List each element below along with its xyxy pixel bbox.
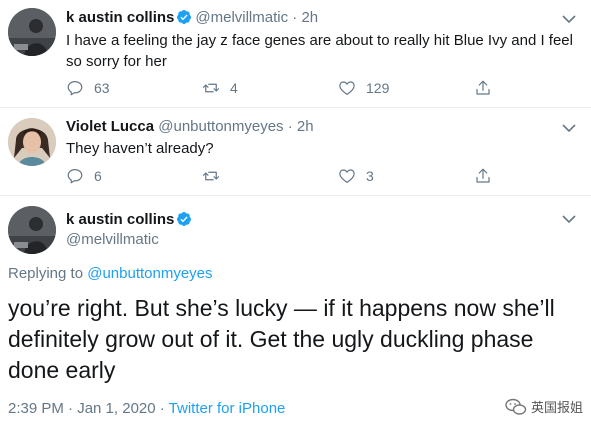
tweet-1[interactable]: k austin collins @melvillmatic · 2h I hav…: [0, 0, 591, 108]
tweet-text-line: you’re right. But she’s lucky — if it ha…: [8, 295, 555, 321]
reply-count: 63: [94, 80, 110, 96]
chevron-down-icon[interactable]: [562, 14, 576, 24]
separator-dot: ·: [283, 118, 297, 135]
retweet-button[interactable]: [202, 166, 230, 186]
tweet-actions: 63 4 129: [66, 78, 586, 98]
separator-dot: ·: [288, 9, 302, 26]
avatar-kac[interactable]: [8, 8, 56, 56]
chevron-down-icon[interactable]: [562, 214, 576, 224]
share-button[interactable]: [474, 166, 492, 186]
avatar-image: [8, 206, 56, 254]
tweet-text: you’re right. But she’s lucky — if it ha…: [8, 293, 568, 386]
divider: [0, 195, 591, 196]
avatar-image: [8, 8, 56, 56]
reply-button[interactable]: 6: [66, 166, 102, 186]
tweet-text-line: I have a feeling the jay z face genes ar…: [66, 32, 573, 49]
retweet-icon: [202, 83, 220, 93]
display-name-row: k austin collins: [66, 211, 195, 229]
verified-badge-icon: [176, 9, 192, 25]
share-button[interactable]: [474, 78, 492, 98]
tweet-header: k austin collins @melvillmatic · 2h: [66, 9, 318, 27]
like-button[interactable]: 3: [338, 166, 374, 186]
like-count: 129: [366, 80, 390, 96]
handle[interactable]: @unbuttonmyeyes: [158, 118, 283, 135]
replying-prefix: Replying to: [8, 265, 84, 282]
chevron-down-icon[interactable]: [562, 123, 576, 133]
reply-icon: [67, 169, 83, 184]
like-count: 3: [366, 168, 374, 184]
timestamp[interactable]: 2h: [297, 118, 314, 135]
tweet-text-line: so sorry for her: [66, 53, 167, 70]
tweet-2[interactable]: Violet Lucca @unbuttonmyeyes · 2h They h…: [0, 108, 591, 196]
replying-to-link[interactable]: @unbuttonmyeyes: [87, 265, 212, 282]
heart-icon: [339, 81, 355, 95]
retweet-button[interactable]: 4: [202, 78, 238, 98]
reply-icon: [67, 81, 83, 96]
tweet-text: I have a feeling the jay z face genes ar…: [66, 30, 573, 72]
handle[interactable]: @melvillmatic: [66, 231, 159, 249]
share-icon: [476, 168, 490, 183]
display-name[interactable]: k austin collins: [66, 211, 174, 228]
retweet-count: 4: [230, 80, 238, 96]
like-button[interactable]: 129: [338, 78, 389, 98]
share-icon: [476, 80, 490, 95]
avatar-image: [8, 118, 56, 166]
tweet-header: Violet Lucca @unbuttonmyeyes · 2h: [66, 118, 314, 136]
avatar-violet[interactable]: [8, 118, 56, 166]
reply-button[interactable]: 63: [66, 78, 110, 98]
tweet-text-line: definitely grow out of it. Get the ugly …: [8, 326, 534, 352]
handle[interactable]: @melvillmatic: [195, 9, 288, 26]
source-link[interactable]: Twitter for iPhone: [169, 400, 286, 417]
avatar-kac[interactable]: [8, 206, 56, 254]
display-name[interactable]: Violet Lucca: [66, 118, 154, 135]
tweet-actions: 6 3: [66, 166, 586, 186]
watermark-text: 英国报姐: [530, 400, 583, 415]
verified-badge-icon: [176, 211, 192, 227]
tweet-text: They haven’t already?: [66, 138, 214, 159]
replying-to: Replying to @unbuttonmyeyes: [8, 265, 213, 283]
reply-count: 6: [94, 168, 102, 184]
heart-icon: [339, 169, 355, 183]
tweet-text-line: done early: [8, 357, 116, 383]
wechat-logo-icon: [505, 398, 527, 415]
retweet-icon: [202, 171, 220, 181]
display-name[interactable]: k austin collins: [66, 9, 174, 26]
timestamp[interactable]: 2h: [301, 9, 318, 26]
tweet-meta: 2:39 PM · Jan 1, 2020 · Twitter for iPho…: [8, 400, 285, 418]
watermark: 英国报姐: [505, 397, 583, 416]
tweet-text-line: They haven’t already?: [66, 140, 214, 157]
tweet-thread: k austin collins @melvillmatic · 2h I hav…: [0, 0, 591, 426]
timestamp[interactable]: 2:39 PM · Jan 1, 2020 ·: [8, 400, 169, 417]
